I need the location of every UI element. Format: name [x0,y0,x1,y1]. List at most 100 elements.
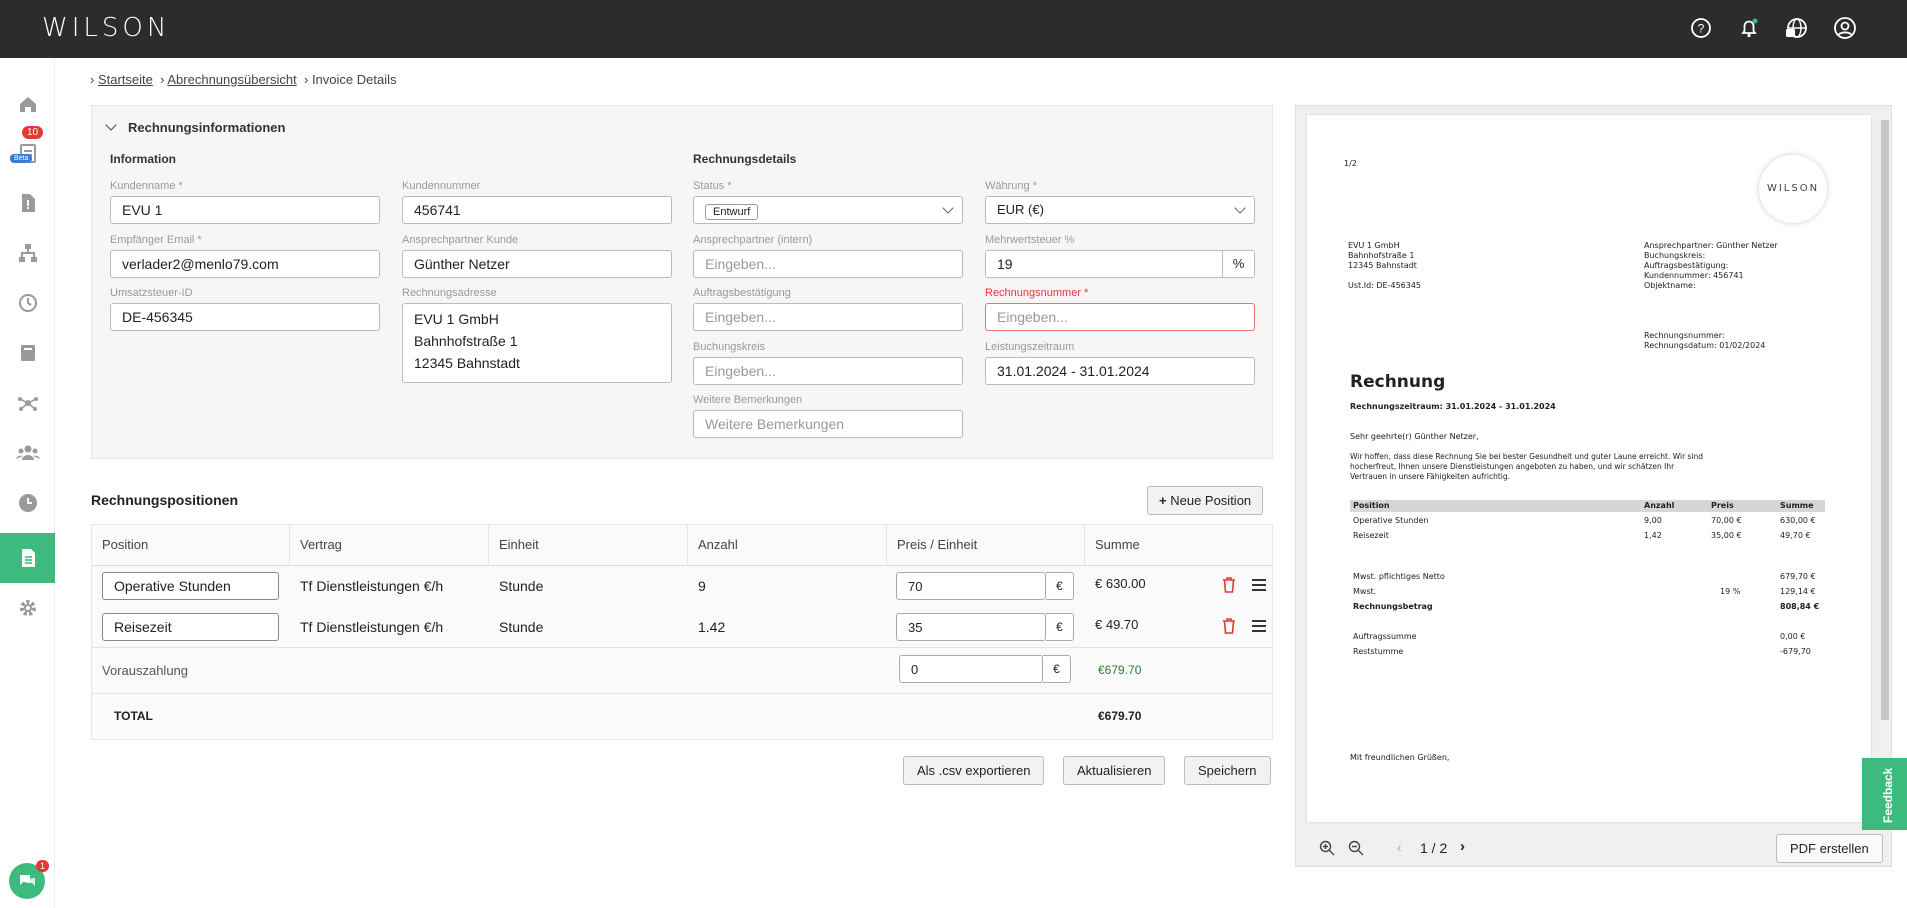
chat-badge: 1 [35,860,49,872]
pdf-order-sum-label: Auftragssumme [1353,632,1417,641]
currency-value: EUR (€) [997,202,1044,217]
pdf-vat-rate: 19 % [1720,587,1741,596]
zoom-in-icon[interactable] [1319,840,1335,856]
remarks-label: Weitere Bemerkungen [693,394,803,406]
price-input[interactable]: 35 [896,613,1046,641]
new-position-button[interactable]: + Neue Position [1147,486,1264,515]
vat-percent-input[interactable]: 19% [985,250,1255,278]
update-button[interactable]: Aktualisieren [1063,756,1166,785]
language-globe-icon[interactable] [1785,16,1809,40]
currency-select[interactable]: EUR (€) [985,196,1255,224]
save-button[interactable]: Speichern [1184,756,1271,785]
pdf-rest-value: -679,70 [1780,647,1811,656]
users-icon [15,445,40,460]
bell-icon[interactable] [1737,16,1761,40]
create-pdf-button[interactable]: PDF erstellen [1776,834,1883,863]
breadcrumb-overview-link[interactable]: Abrechnungsübersicht [167,72,296,87]
remarks-textarea[interactable]: Weitere Bemerkungen [693,410,963,438]
prepayment-label: Vorauszahlung [102,663,189,678]
breadcrumb: › Startseite › Abrechnungsübersicht › In… [90,72,396,87]
sidebar-item-documents[interactable] [0,178,55,228]
sidebar-item-connections[interactable] [0,378,55,428]
status-select[interactable]: Entwurf [693,196,963,224]
wilson-logo[interactable]: WILSON [42,13,170,43]
contact-customer-input[interactable]: Günther Netzer [402,250,672,278]
vat-id-input[interactable]: DE-456345 [110,303,380,331]
contact-internal-input[interactable]: Eingeben... [693,250,963,278]
service-period-input[interactable]: 31.01.2024 - 31.01.2024 [985,357,1255,385]
customer-name-input[interactable]: EVU 1 [110,196,380,224]
unit-cell: Stunde [499,619,544,635]
contact-customer-label: Ansprechpartner Kunde [402,234,519,246]
pdf-rest-label: Reststumme [1353,647,1404,656]
sidebar-item-settings[interactable] [0,583,55,633]
chevron-right-icon: › [90,72,95,87]
booking-circle-label: Buchungskreis [693,341,766,353]
svg-text:?: ? [1698,22,1705,36]
recipient-email-input[interactable]: verlader2@menlo79.com [110,250,380,278]
order-confirmation-label: Auftragsbestätigung [693,287,791,299]
position-input[interactable]: Operative Stunden [102,572,279,600]
scroll-thumb[interactable] [1881,120,1889,720]
sidebar: 10 Beta [0,58,55,908]
price-input[interactable]: 70 [896,572,1046,600]
previous-page-icon[interactable]: ‹ [1397,839,1402,855]
quantity-cell: 9 [698,578,706,594]
sidebar-item-invoices-beta[interactable]: 10 Beta [0,126,55,178]
new-position-label: Neue Position [1170,493,1252,508]
sidebar-item-book[interactable] [0,328,55,378]
trash-icon[interactable] [1222,618,1236,634]
booking-circle-input[interactable]: Eingeben... [693,357,963,385]
invoice-address-textarea[interactable]: EVU 1 GmbH Bahnhofstraße 1 12345 Bahnsta… [402,303,672,383]
trash-icon[interactable] [1222,577,1236,593]
help-icon[interactable]: ? [1689,16,1713,40]
pdf-intro: Wir hoffen, dass diese Rechnung Sie bei … [1350,452,1704,461]
pdf-order-sum-value: 0,00 € [1780,632,1806,641]
pdf-td: Reisezeit [1353,531,1389,540]
contract-cell: Tf Dienstleistungen €/h [300,619,444,635]
account-icon[interactable] [1833,16,1857,40]
chat-button[interactable]: 1 [9,860,49,899]
feedback-tab[interactable]: Feedback [1862,758,1907,830]
sidebar-item-history[interactable] [0,278,55,328]
customer-number-input[interactable]: 456741 [402,196,672,224]
export-csv-button[interactable]: Als .csv exportieren [903,756,1045,785]
pdf-page-counter: 1/2 [1344,159,1357,168]
prepayment-input[interactable]: 0 [899,655,1043,683]
pdf-sender-line: 12345 Bahnstadt [1348,261,1417,270]
invoice-number-input[interactable]: Eingeben... [985,303,1255,331]
drag-handle-icon[interactable] [1252,620,1266,632]
pdf-invoice-date: Rechnungsdatum: 01/02/2024 [1644,341,1766,350]
collapse-chevron-icon[interactable] [105,119,117,131]
pdf-scrollbar[interactable] [1879,108,1889,818]
pdf-td: 35,00 € [1711,531,1742,540]
contact-internal-label: Ansprechpartner (intern) [693,234,813,246]
notification-count-badge: 10 [22,126,44,139]
pager-label: 1 / 2 [1420,840,1448,856]
pdf-info-line: Objektname: [1644,281,1696,290]
next-page-icon[interactable]: › [1460,838,1465,855]
sidebar-item-home[interactable] [0,79,55,129]
home-icon [19,97,36,112]
vat-percent-label: Mehrwertsteuer % [985,234,1075,246]
sidebar-item-billing[interactable] [0,533,55,583]
order-confirmation-input[interactable]: Eingeben... [693,303,963,331]
drag-handle-icon[interactable] [1252,579,1266,591]
total-value: €679.70 [1098,709,1142,723]
currency-label: Währung * [985,180,1037,192]
pdf-sender-line: EVU 1 GmbH [1348,241,1400,250]
zoom-out-icon[interactable] [1348,840,1364,856]
position-input[interactable]: Reisezeit [102,613,279,641]
euro-suffix: € [1043,655,1071,683]
section-title[interactable]: Rechnungsinformationen [128,120,285,135]
prepayment-sum: €679.70 [1098,663,1142,677]
sidebar-item-users[interactable] [0,428,55,478]
chevron-right-icon: › [300,72,309,87]
column-header-quantity: Anzahl [688,525,887,565]
address-line: Bahnhofstraße 1 [414,333,518,349]
invoice-icon [21,549,35,567]
unit-cell: Stunde [499,578,544,594]
sidebar-item-network[interactable] [0,228,55,278]
sidebar-item-time[interactable] [0,478,55,528]
breadcrumb-home-link[interactable]: Startseite [98,72,153,87]
